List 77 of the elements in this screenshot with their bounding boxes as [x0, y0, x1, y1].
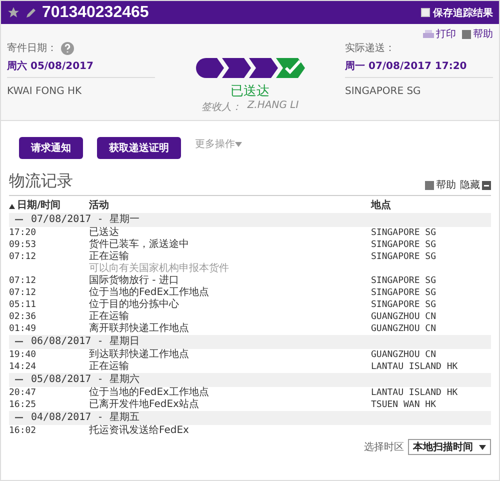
activity-cell-text: 托运资讯发送给FedEx [89, 425, 190, 437]
printer-icon [423, 30, 434, 38]
location-cell-text: SINGAPORE SG [371, 299, 438, 311]
caret-icon [235, 142, 242, 146]
activity-cell-text: 位于当地的FedEx工作地点 [89, 387, 210, 398]
time-cell-text: 09:53 [9, 239, 38, 251]
activity-cell-text: 正在运输 [89, 311, 130, 322]
action-button[interactable]: 获取递送证明 [97, 137, 181, 159]
sort-icon [9, 204, 15, 208]
column-header[interactable]: 日期/时间 [9, 196, 89, 213]
location-cell-text: SINGAPORE SG [371, 239, 438, 251]
timezone-label: 选择时区 [364, 440, 404, 454]
time-cell-text: 20:47 [9, 387, 38, 399]
timezone-select[interactable]: 本地扫描时间 [408, 439, 491, 455]
location-cell-text: TSUEN WAN HK [371, 399, 438, 411]
hide-link[interactable]: 隐藏 [460, 178, 491, 192]
activity-cell-text: 离开联邦快递工作地点 [89, 323, 190, 335]
progress-step [248, 57, 278, 79]
time-cell-text: 17:20 [9, 227, 38, 239]
location-cell-text: LANTAU ISLAND HK [371, 361, 459, 373]
time-cell-text: 07:12 [9, 251, 38, 264]
time-cell-text: 14:24 [9, 361, 38, 373]
time-cell-text: 16:02 [9, 425, 38, 437]
delivery-date-label: 实际递送： [345, 42, 395, 55]
print-link[interactable]: 打印 [423, 27, 456, 41]
time-cell-text: 07:12 [9, 287, 38, 299]
activity-cell-text: 位于当地的FedEx工作地点 [89, 287, 210, 298]
activity-cell-text: 国际货物放行 - 进口 [89, 275, 180, 286]
date-group-header[interactable]: 07/08/2017 - 星期一 [9, 213, 491, 227]
activity-cell-text: 已送达 [89, 227, 120, 239]
column-header: 活动 [89, 198, 110, 213]
location-cell-text: SINGAPORE SG [371, 251, 438, 263]
help-link[interactable]: 帮助 [425, 178, 456, 192]
progress-step-check [276, 57, 306, 79]
signer-name: Z.HANG LI [247, 100, 299, 113]
date-group-header[interactable]: 05/08/2017 - 星期六 [9, 373, 491, 387]
section-title: 物流记录 [9, 171, 74, 192]
origin-location: KWAI FONG HK [7, 86, 83, 97]
activity-cell-text: 正在运输 [89, 361, 130, 373]
location-cell-text: GUANGZHOU CN [371, 349, 438, 361]
collapse-icon [482, 180, 491, 190]
time-cell-text: 16:25 [9, 399, 38, 411]
location-cell-text: GUANGZHOU CN [371, 323, 438, 335]
activity-cell-text: 到达联邦快递工作地点 [89, 349, 190, 360]
ship-date-label: 寄件日期： [7, 42, 57, 55]
destination-location: SINGAPORE SG [345, 86, 422, 97]
progress-step [194, 57, 224, 79]
time-cell-text: 02:36 [9, 311, 38, 323]
activity-cell-text: 位于目的地分拣中心 [89, 299, 180, 310]
help-link[interactable]: 帮助 [462, 27, 493, 41]
save-checkbox[interactable]: 保存追踪结果 [421, 6, 493, 20]
location-cell-text: SINGAPORE SG [371, 227, 438, 239]
time-cell-text: 07:12 [9, 275, 38, 287]
action-button[interactable]: 请求通知 [19, 137, 83, 159]
date-group-header[interactable]: 04/08/2017 - 星期五 [9, 411, 491, 425]
time-cell-text: 05:11 [9, 299, 38, 311]
date-group-header[interactable]: 06/08/2017 - 星期日 [9, 335, 491, 349]
star-icon[interactable] [7, 6, 20, 19]
time-cell-text: 01:49 [9, 323, 38, 335]
delivery-date: 周一 07/08/2017 17:20 [345, 55, 493, 78]
location-cell-text: GUANGZHOU CN [371, 311, 438, 323]
pencil-icon[interactable] [25, 6, 37, 18]
location-cell-text: LANTAU ISLAND HK [371, 387, 459, 399]
activity-cell-text: 正在运输 [89, 251, 130, 262]
time-cell-text: 19:40 [9, 349, 38, 361]
activity-note: 可以向有关国家机构申报本货件 [89, 263, 230, 274]
column-header: 地点 [371, 198, 392, 213]
ship-date: 周六 05/08/2017 [7, 55, 155, 78]
location-cell-text: SINGAPORE SG [371, 287, 438, 299]
caret-icon [479, 444, 486, 450]
location-cell-text: SINGAPORE SG [371, 275, 438, 287]
activity-cell-text: 货件已装车，派送途中 [89, 239, 190, 250]
delivery-status: 已送达 [230, 83, 270, 100]
signer-label: 签收人： [201, 101, 242, 114]
tracking-number: 701340232465 [42, 4, 150, 22]
activity-cell-text: 已离开发件地FedEx站点 [89, 399, 200, 411]
progress-step [222, 57, 252, 79]
